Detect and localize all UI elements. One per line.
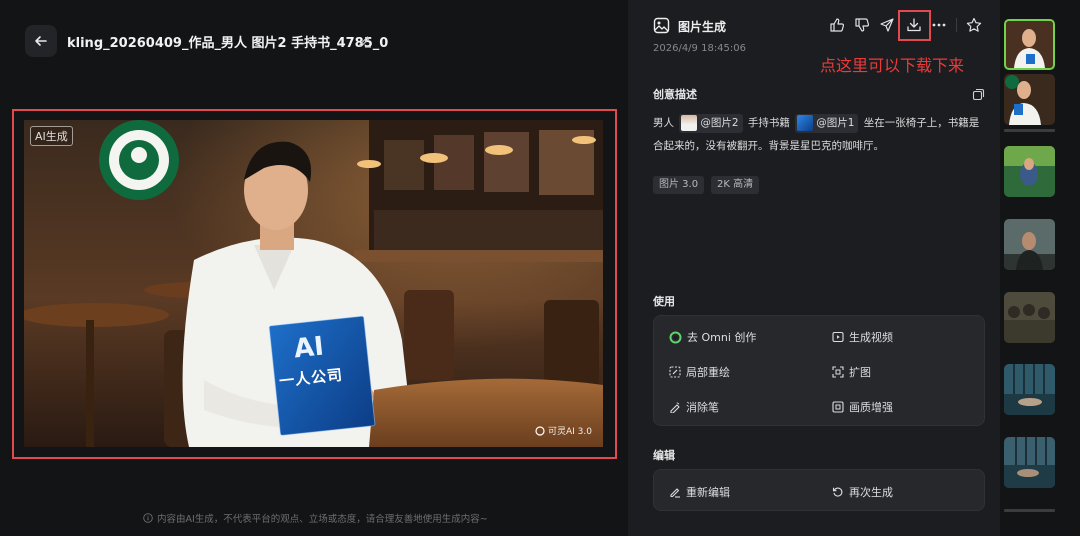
image-ref-1[interactable]: @图片1 [795,113,859,133]
page-title: kling_20260409_作品_男人 图片2 手持书_4785_0 [67,36,389,51]
expand-image-button[interactable]: 扩图 [832,364,871,380]
timestamp: 2026/4/9 18:45:06 [653,43,747,54]
eraser-label: 消除笔 [686,401,719,414]
description-label: 创意描述 [653,88,697,101]
ref-label: @图片1 [816,116,855,129]
star-icon[interactable] [965,16,983,34]
re-edit-button[interactable]: 重新编辑 [669,484,730,500]
back-button[interactable] [25,25,57,57]
use-label: 使用 [653,295,675,308]
panel-title: 图片生成 [678,20,727,34]
image-ref-2[interactable]: @图片2 [679,113,743,133]
omni-icon [669,331,682,343]
prompt-text-1: 男人 [653,117,674,129]
expand-label: 扩图 [849,366,871,379]
pencil-icon [670,488,680,498]
history-thumbnail[interactable] [1004,146,1055,197]
ref-label: @图片2 [700,116,739,129]
regenerate-label: 再次生成 [849,486,893,499]
eraser-button[interactable]: 消除笔 [669,399,719,415]
regenerate-button[interactable]: 再次生成 [832,484,893,500]
inpaint-icon [669,366,681,378]
history-thumbnail[interactable] [1004,219,1055,270]
more-icon[interactable] [930,16,948,34]
arrow-left-icon [35,36,47,46]
thumbs-down-icon[interactable] [853,16,871,34]
eraser-icon [670,402,680,413]
prompt-text-2: 手持书籍 [747,117,790,129]
enhance-quality-button[interactable]: 画质增强 [832,399,893,415]
inpaint-button[interactable]: 局部重绘 [669,364,730,380]
video-label: 生成视频 [849,331,893,344]
history-thumbnail[interactable] [1004,292,1055,343]
history-thumbnail[interactable] [1004,364,1055,415]
resolution-chip: 2K 高清 [711,176,760,194]
thumbnail-divider [1004,509,1055,512]
toolbar-divider [956,18,957,32]
model-chip: 图片 3.0 [653,176,705,194]
history-thumbnail[interactable] [1004,74,1055,125]
edit-label: 编辑 [653,449,675,462]
share-icon[interactable] [878,16,896,34]
thumbs-up-icon[interactable] [828,16,846,34]
download-annotation: 点这里可以下载下来 [820,56,965,75]
omni-create-button[interactable]: 去 Omni 创作 [669,329,756,345]
expand-icon [832,366,844,378]
edit-title-icon[interactable] [358,33,372,48]
footer-disclaimer: 内容由AI生成，不代表平台的观点、立场或态度，请合理友善地使用生成内容~ [143,511,488,525]
highlight-frame-image [12,109,617,459]
omni-label: 去 Omni 创作 [687,331,757,344]
ref-thumbnail [681,115,698,131]
inpaint-label: 局部重绘 [686,366,730,379]
thumbnail-divider [1004,129,1055,132]
ref-thumbnail [797,115,814,131]
details-panel [628,0,1000,536]
history-thumbnail-selected[interactable] [1004,19,1055,70]
prompt-description: 男人 @图片2 手持书籍 @图片1 坐在一张椅子上，书籍是合起来的，没有被翻开。… [653,112,983,158]
copy-icon[interactable] [972,86,985,101]
video-icon [832,331,844,343]
highlight-frame-download [898,10,931,41]
image-icon [653,17,670,34]
footer-note-text: 内容由AI生成，不代表平台的观点、立场或态度，请合理友善地使用生成内容~ [157,514,488,525]
refresh-icon [832,487,843,497]
info-icon [143,513,153,523]
generate-video-button[interactable]: 生成视频 [832,329,893,345]
re-edit-label: 重新编辑 [686,486,730,499]
enhance-label: 画质增强 [849,401,893,414]
history-thumbnail[interactable] [1004,437,1055,488]
enhance-icon [832,401,844,413]
